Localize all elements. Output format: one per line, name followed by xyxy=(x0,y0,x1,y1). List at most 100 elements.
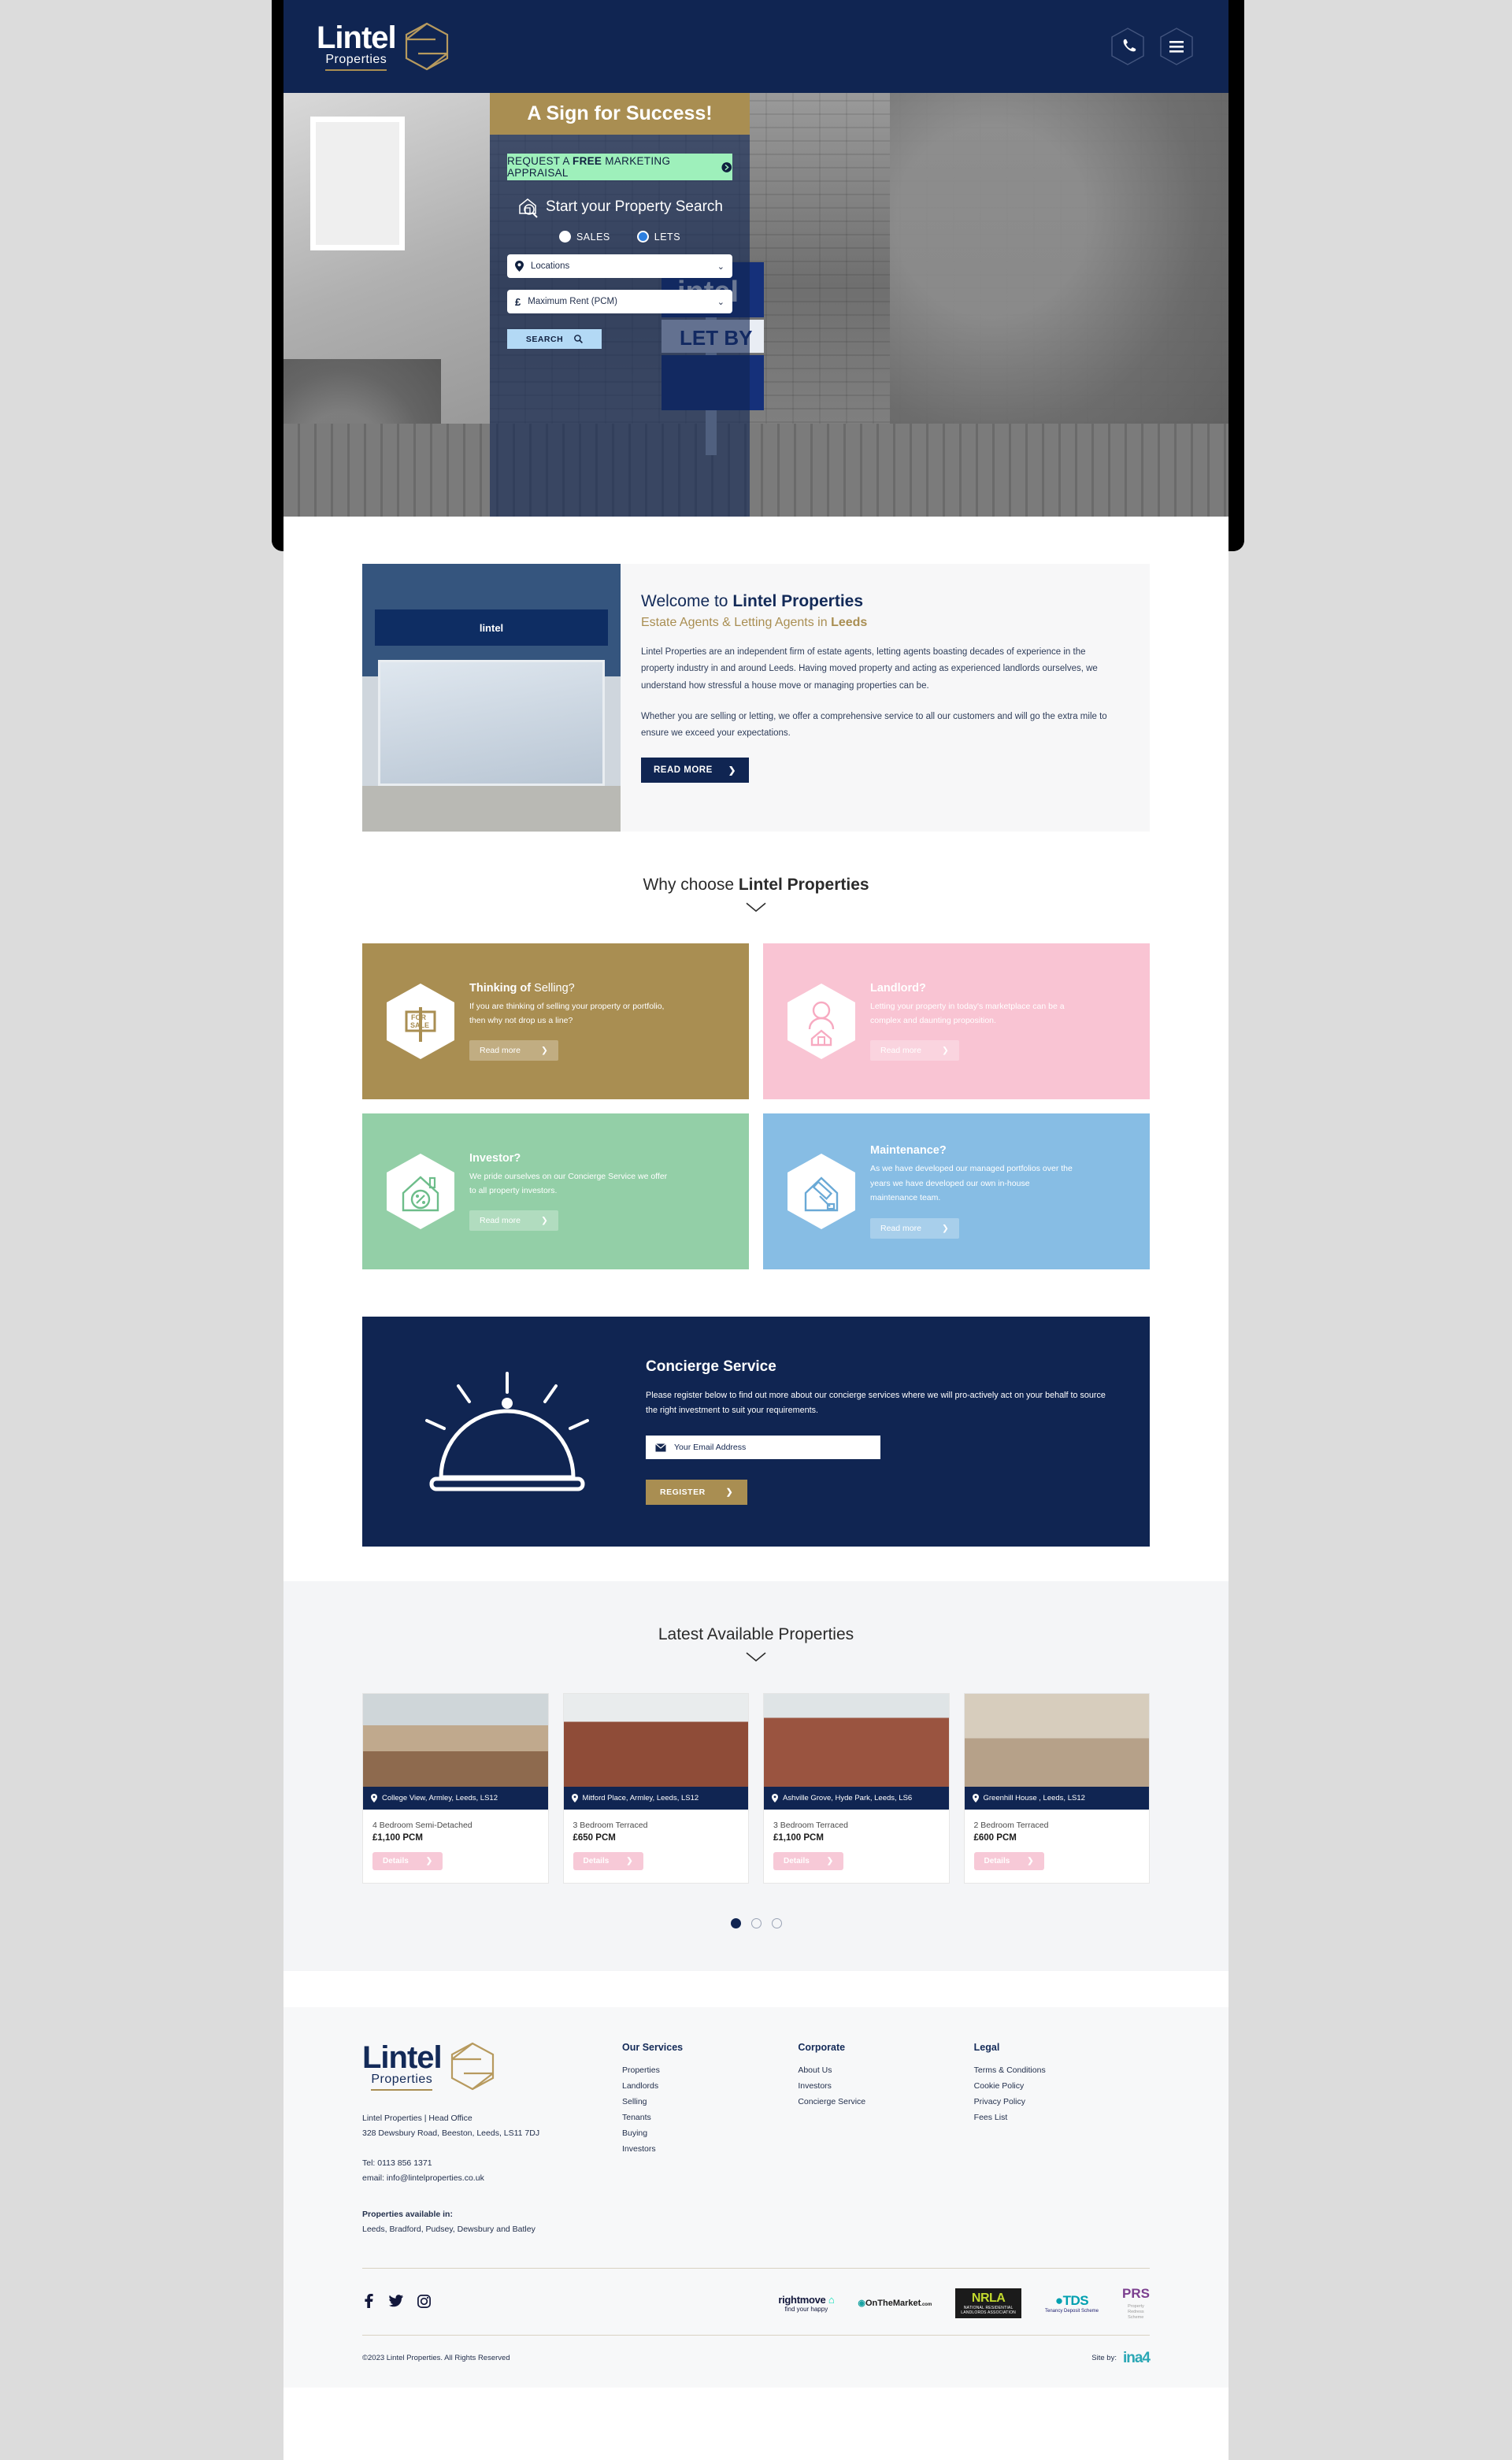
twitter-icon[interactable] xyxy=(389,2295,403,2311)
request-appraisal-button[interactable]: REQUEST A FREE MARKETING APPRAISAL xyxy=(507,154,732,180)
property-card[interactable]: Greenhill House , Leeds, LS12 2 Bedroom … xyxy=(963,1693,1150,1884)
property-price: £600 PCM xyxy=(973,1833,1017,1843)
footer-link-terms[interactable]: Terms & Conditions xyxy=(974,2065,1150,2075)
prs-sub-1: Property xyxy=(1128,2303,1144,2309)
property-address: Mitford Place, Armley, Leeds, LS12 xyxy=(582,1794,699,1802)
card-selling[interactable]: FOR SALE Thinking of Selling? If you are… xyxy=(362,943,749,1099)
footer-link-corp-investors[interactable]: Investors xyxy=(798,2081,973,2091)
card-landlord-icon-wrap xyxy=(785,982,858,1061)
nrla-logo[interactable]: NRLA NATIONAL RESIDENTIAL LANDLORDS ASSO… xyxy=(955,2288,1021,2318)
why-choose-heading: Why choose Lintel Properties xyxy=(284,876,1228,895)
prs-logo[interactable]: PRS Property Redress Scheme xyxy=(1122,2286,1150,2321)
property-address: College View, Armley, Leeds, LS12 xyxy=(382,1794,498,1802)
chevron-right-icon: ❯ xyxy=(540,1216,548,1226)
concierge-email-input[interactable]: Your Email Address xyxy=(646,1436,880,1460)
carousel-dot-2[interactable] xyxy=(750,1918,762,1928)
chevron-down-icon-2: ⌄ xyxy=(717,297,724,307)
card-landlord[interactable]: Landlord? Letting your property in today… xyxy=(763,943,1150,1099)
property-details-button[interactable]: Details ❯ xyxy=(973,1852,1044,1870)
onthemarket-logo[interactable]: ◉OnTheMarket.com xyxy=(858,2298,932,2308)
footer-link-tenants[interactable]: Tenants xyxy=(622,2113,798,2122)
card-maintenance-title: Maintenance? xyxy=(870,1144,1075,1157)
footer-bottom-bar: ©2023 Lintel Properties. All Rights Rese… xyxy=(362,2334,1151,2388)
rightmove-house-icon: ⌂ xyxy=(828,2293,835,2306)
card-landlord-button[interactable]: Read more ❯ xyxy=(870,1040,959,1061)
hexagon-logo-icon xyxy=(450,2042,494,2091)
footer-office-line-1: Lintel Properties | Head Office xyxy=(362,2114,472,2123)
card-selling-title-bold: Thinking of xyxy=(469,981,535,995)
footer-link-investors[interactable]: Investors xyxy=(622,2144,798,2154)
footer-link-cookie-policy[interactable]: Cookie Policy xyxy=(974,2081,1150,2091)
max-rent-select[interactable]: £ Maximum Rent (PCM) ⌄ xyxy=(507,290,732,313)
property-details-button[interactable]: Details ❯ xyxy=(773,1852,844,1870)
logo-subname: Properties xyxy=(325,53,387,71)
footer-link-fees-list[interactable]: Fees List xyxy=(974,2113,1150,2122)
footer-link-buying[interactable]: Buying xyxy=(622,2128,798,2138)
card-maintenance-text: As we have developed our managed portfol… xyxy=(870,1164,1073,1203)
footer-link-privacy-policy[interactable]: Privacy Policy xyxy=(974,2097,1150,2106)
footer-link-about-us[interactable]: About Us xyxy=(798,2065,973,2075)
tds-logo[interactable]: ●TDS Tenancy Deposit Scheme xyxy=(1045,2293,1099,2314)
property-search-heading: Start your Property Search xyxy=(507,196,732,218)
map-pin-icon xyxy=(515,261,524,272)
instagram-icon[interactable] xyxy=(417,2294,431,2312)
locations-select[interactable]: Locations ⌄ xyxy=(507,254,732,278)
footer-telephone[interactable]: Tel: 0113 856 1371 xyxy=(362,2156,622,2171)
card-investor-body: Investor? We pride ourselves on our Conc… xyxy=(469,1152,674,1232)
card-maintenance-button[interactable]: Read more ❯ xyxy=(870,1217,959,1239)
why-choose-pre: Why choose xyxy=(643,876,739,894)
welcome-read-more-button[interactable]: READ MORE ❯ xyxy=(641,758,749,784)
carousel-dot-3[interactable] xyxy=(771,1918,782,1928)
property-details-button[interactable]: Details ❯ xyxy=(573,1852,643,1870)
property-card[interactable]: Mitford Place, Armley, Leeds, LS12 3 Bed… xyxy=(562,1693,749,1884)
landlord-person-icon xyxy=(788,984,855,1059)
appraisal-free: FREE xyxy=(573,155,602,167)
site-footer: Lintel Properties Lintel Properties | He… xyxy=(284,2007,1228,2388)
property-photo xyxy=(764,1694,949,1787)
phone-button[interactable] xyxy=(1109,26,1147,67)
site-by[interactable]: Site by: ina4 xyxy=(1091,2350,1151,2367)
concierge-section: Concierge Service Please register below … xyxy=(362,1317,1150,1547)
house-search-icon xyxy=(519,198,538,218)
card-selling-button[interactable]: Read more ❯ xyxy=(469,1040,558,1061)
svg-text:SALE: SALE xyxy=(410,1021,429,1029)
radio-lets-label: LETS xyxy=(654,231,681,243)
property-card[interactable]: College View, Armley, Leeds, LS12 4 Bedr… xyxy=(362,1693,549,1884)
radio-sales[interactable]: SALES xyxy=(558,231,610,243)
for-sale-sign-icon: FOR SALE xyxy=(387,984,454,1059)
search-submit-button[interactable]: SEARCH xyxy=(507,329,602,349)
property-address-bar: Mitford Place, Armley, Leeds, LS12 xyxy=(563,1787,748,1810)
footer-services-title: Our Services xyxy=(622,2042,684,2053)
map-pin-icon xyxy=(371,1794,377,1802)
rightmove-name: rightmove xyxy=(778,2293,826,2306)
footer-link-properties[interactable]: Properties xyxy=(622,2065,798,2075)
card-maintenance[interactable]: Maintenance? As we have developed our ma… xyxy=(763,1113,1150,1269)
footer-link-selling[interactable]: Selling xyxy=(622,2097,798,2106)
card-selling-icon-wrap: FOR SALE xyxy=(384,982,457,1061)
shop-pavement xyxy=(362,786,621,832)
site-logo[interactable]: Lintel Properties xyxy=(317,22,450,71)
property-type: 4 Bedroom Semi-Detached xyxy=(372,1821,472,1830)
rightmove-logo[interactable]: rightmove ⌂ find your happy xyxy=(778,2294,834,2313)
chevron-right-icon: ❯ xyxy=(725,1487,733,1498)
footer-link-concierge-service[interactable]: Concierge Service xyxy=(798,2097,973,2106)
property-card[interactable]: Ashville Grove, Hyde Park, Leeds, LS6 3 … xyxy=(763,1693,950,1884)
card-investor-button[interactable]: Read more ❯ xyxy=(469,1210,558,1232)
footer-link-landlords[interactable]: Landlords xyxy=(622,2081,798,2091)
property-photo xyxy=(563,1694,748,1787)
property-address: Greenhill House , Leeds, LS12 xyxy=(983,1794,1085,1802)
details-label: Details xyxy=(383,1857,409,1865)
radio-lets[interactable]: LETS xyxy=(636,231,681,243)
why-choose-bold: Lintel Properties xyxy=(738,876,869,894)
footer-email[interactable]: email: info@lintelproperties.co.uk xyxy=(362,2171,622,2186)
concierge-title: Concierge Service xyxy=(646,1358,776,1375)
property-details-button[interactable]: Details ❯ xyxy=(372,1852,443,1870)
card-landlord-body: Landlord? Letting your property in today… xyxy=(870,982,1075,1061)
facebook-icon[interactable] xyxy=(362,2294,375,2312)
carousel-dot-1[interactable] xyxy=(730,1918,741,1928)
footer-logo[interactable]: Lintel Properties xyxy=(362,2042,622,2091)
concierge-register-button[interactable]: REGISTER ❯ xyxy=(646,1480,747,1506)
footer-logo-subname: Properties xyxy=(371,2073,433,2091)
card-investor[interactable]: Investor? We pride ourselves on our Conc… xyxy=(362,1113,749,1269)
menu-button[interactable] xyxy=(1158,26,1195,67)
